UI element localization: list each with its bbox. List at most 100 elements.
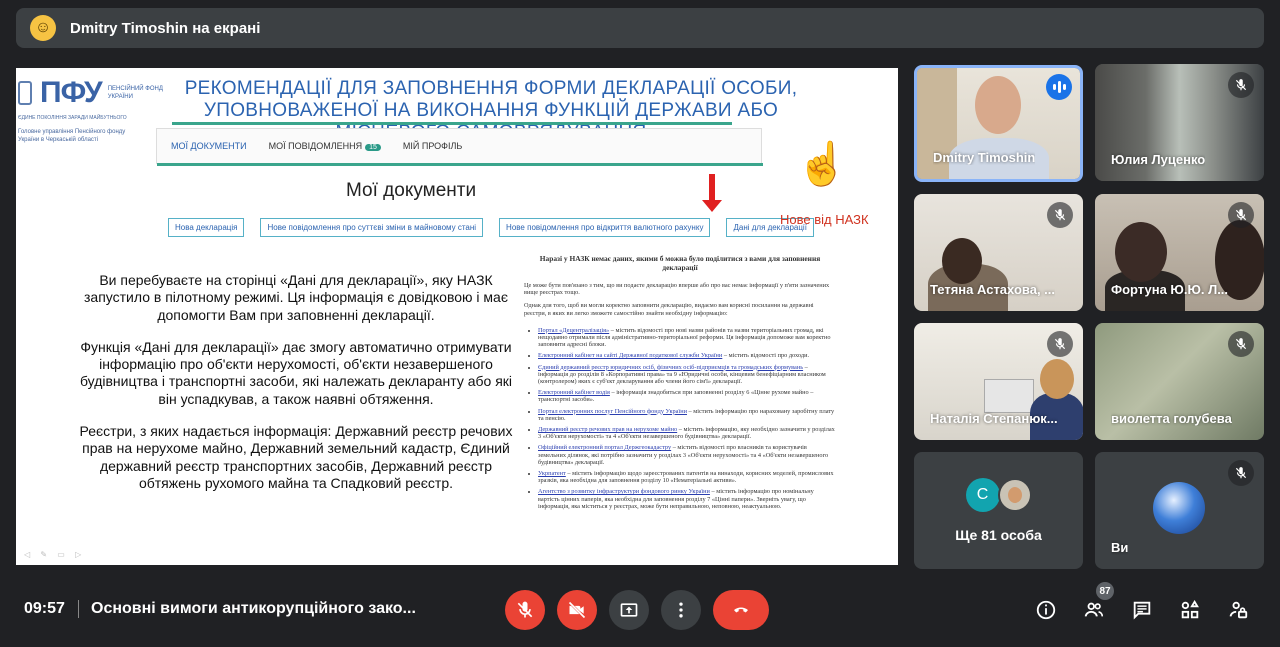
- title-underline: [172, 122, 732, 125]
- info-icon: [1036, 600, 1056, 620]
- participant-name: Dmitry Timoshin: [933, 150, 1036, 165]
- mic-off-icon: [1047, 331, 1073, 357]
- logo-department: Головне управління Пенсійного фонду Укра…: [18, 129, 126, 143]
- meeting-title: Основні вимоги антикорупційного зако...: [91, 600, 416, 617]
- control-bar: 09:57 Основні вимоги антикорупційного за…: [0, 578, 1280, 647]
- participant-name: виолетта голубева: [1111, 411, 1232, 426]
- participant-tile[interactable]: Наталія Степанюк...: [914, 323, 1083, 440]
- list-item: Офіційний електронний портал Держгеокада…: [538, 444, 836, 466]
- doc-heading: Наразі у НАЗК немає даних, якими б можна…: [539, 254, 821, 272]
- participant-name: Юлия Луценко: [1111, 152, 1206, 167]
- registry-link: Укрпатент: [538, 470, 566, 478]
- presenter-label: Dmitry Timoshin на екрані: [70, 19, 261, 37]
- avatar: С: [965, 478, 1000, 512]
- list-item: Електронний кабінет водія – інформація з…: [538, 389, 836, 403]
- person-head: [942, 238, 982, 284]
- registry-link: Портал «Децентралізація»: [538, 326, 610, 334]
- camera-toggle-button[interactable]: [557, 590, 597, 630]
- messages-badge: 15: [365, 144, 381, 151]
- trident-icon: [18, 81, 32, 105]
- participant-tile[interactable]: виолетта голубева: [1095, 323, 1264, 440]
- list-item: Електронний кабінет на сайті Державної п…: [538, 352, 836, 359]
- participant-tile-self[interactable]: Ви: [1095, 452, 1264, 569]
- pointing-hand-icon: ☝: [796, 140, 849, 187]
- registry-desc: – містить відомості про доходи.: [722, 352, 810, 360]
- person-head: [975, 76, 1021, 134]
- docs-title: Мої документи: [346, 180, 477, 201]
- globe-avatar-icon: [1153, 482, 1205, 534]
- person-head: [1040, 359, 1074, 399]
- registry-link: Портал електронних послуг Пенсійного фон…: [538, 407, 687, 415]
- list-item: Портал «Децентралізація» – містить відом…: [538, 327, 836, 349]
- new-currency-account-button: Нове повідомлення про відкриття валютног…: [499, 218, 711, 237]
- mic-toggle-button[interactable]: [505, 590, 545, 630]
- logo-tagline: ЄДИНЕ ПОКОЛІННЯ ЗАРАДИ МАЙБУТНЬОГО: [18, 115, 127, 121]
- divider: [78, 600, 79, 618]
- paragraph: Ви перебуваєте на сторінці «Дані для дек…: [84, 272, 508, 323]
- registry-desc: – містить інформацію щодо зареєстрованих…: [538, 470, 834, 485]
- participant-name: Тетяна Астахова, ...: [930, 282, 1055, 297]
- more-vert-icon: [679, 602, 683, 618]
- portal-underline: [157, 163, 763, 166]
- registry-link: Єдиний державний реєстр юридичних осіб, …: [538, 363, 804, 371]
- tab-my-documents: МОЇ ДОКУМЕНТИ: [171, 141, 247, 151]
- printer: [984, 379, 1034, 413]
- mic-off-icon: [517, 601, 533, 618]
- list-item: Портал електронних послуг Пенсійного фон…: [538, 408, 836, 422]
- registry-link: Електронний кабінет на сайті Державної п…: [538, 352, 723, 360]
- registry-list: Портал «Децентралізація» – містить відом…: [538, 327, 836, 510]
- slide-toolbar[interactable]: ◁ ✎ ▭ ▷: [24, 550, 85, 559]
- shared-screen[interactable]: ПФУ ПЕНСІЙНИЙ ФОНД УКРАЇНИ ЄДИНЕ ПОКОЛІН…: [16, 68, 898, 565]
- activities-icon: [1181, 599, 1199, 619]
- registry-link: Державний реєстр речових прав на нерухом…: [538, 426, 678, 434]
- presenter-banner: ☺ Dmitry Timoshin на екрані: [16, 8, 1264, 48]
- others-tile[interactable]: С Ще 81 особа: [914, 452, 1083, 569]
- new-property-change-button: Нове повідомлення про суттєві зміни в ма…: [260, 218, 484, 237]
- leave-call-button[interactable]: [713, 590, 769, 630]
- others-avatars: С: [914, 478, 1083, 512]
- activities-button[interactable]: [1178, 598, 1202, 622]
- more-options-button[interactable]: [661, 590, 701, 630]
- participant-tile[interactable]: Тетяна Астахова, ...: [914, 194, 1083, 311]
- mic-off-icon: [1228, 331, 1254, 357]
- present-screen-button[interactable]: [609, 590, 649, 630]
- nazk-document: Наразі у НАЗК немає даних, якими б можна…: [524, 254, 836, 514]
- logo-text: ПФУ: [40, 76, 103, 109]
- tab-my-messages-label: МОЇ ПОВІДОМЛЕННЯ: [268, 141, 363, 151]
- registry-link: Агентство з розвитку інфраструктури фонд…: [538, 488, 710, 496]
- doc-paragraph: Це може бути пов'язано з тим, що ви пода…: [524, 282, 830, 297]
- participant-tile[interactable]: Фортуна Ю.Ю. Л...: [1095, 194, 1264, 311]
- participant-name: Ви: [1111, 540, 1129, 555]
- meeting-details-button[interactable]: [1034, 598, 1058, 622]
- red-arrow-icon: [709, 174, 715, 202]
- speaking-indicator-icon: [1046, 74, 1072, 100]
- mic-off-icon: [1228, 202, 1254, 228]
- registry-link: Офіційний електронний портал Держгеокада…: [538, 444, 672, 452]
- participant-tile[interactable]: Юлия Луценко: [1095, 64, 1264, 181]
- others-count-label: Ще 81 особа: [955, 527, 1042, 543]
- host-controls-button[interactable]: [1226, 598, 1250, 622]
- list-item: Агентство з розвитку інфраструктури фонд…: [538, 488, 836, 510]
- avatar: [997, 478, 1032, 512]
- tab-my-profile: МІЙ ПРОФІЛЬ: [402, 141, 463, 151]
- camera-off-icon: [568, 601, 586, 619]
- list-item: Укрпатент – містить інформацію щодо заре…: [538, 470, 836, 484]
- paragraph: Реєстри, з яких надається інформація: Де…: [79, 423, 513, 491]
- participant-name: Наталія Степанюк...: [930, 411, 1058, 426]
- person-head: [1115, 222, 1167, 282]
- list-item: Єдиний державний реєстр юридичних осіб, …: [538, 364, 836, 386]
- chat-button[interactable]: [1130, 598, 1154, 622]
- people-button[interactable]: [1082, 598, 1106, 622]
- new-declaration-button: Нова декларація: [168, 218, 245, 237]
- list-item: Державний реєстр речових прав на нерухом…: [538, 426, 836, 440]
- people-icon: [1084, 602, 1104, 617]
- chat-icon: [1133, 601, 1151, 620]
- participant-name: Фортуна Ю.Ю. Л...: [1111, 282, 1229, 297]
- mic-off-icon: [1047, 202, 1073, 228]
- red-arrow-head-icon: [702, 200, 722, 212]
- registry-link: Електронний кабінет водія: [538, 389, 610, 397]
- doc-paragraph: Однак для того, щоб ви могли коректно за…: [524, 302, 814, 317]
- mic-off-icon: [1228, 72, 1254, 98]
- participant-tile[interactable]: Dmitry Timoshin: [914, 65, 1083, 182]
- paragraph: Функція «Дані для декларації» дає змогу …: [79, 338, 513, 407]
